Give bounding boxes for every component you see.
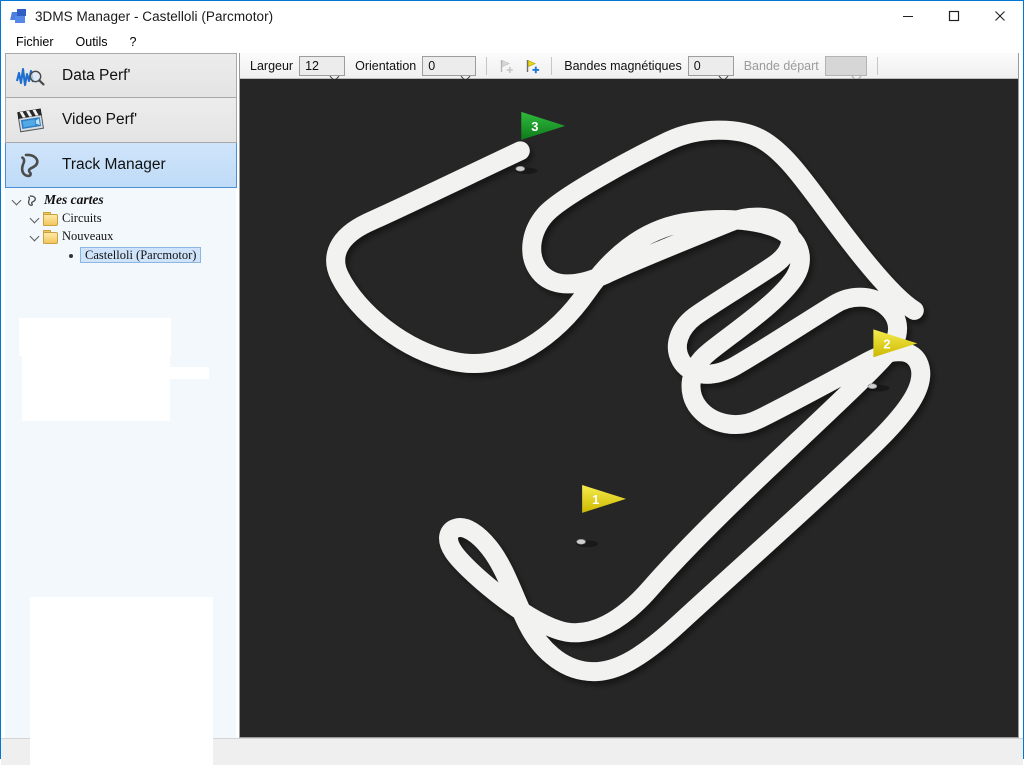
tree-item-circuits[interactable]: Circuits <box>5 209 237 227</box>
render-artifact-patch <box>22 369 170 421</box>
tree-item-label: Mes cartes <box>44 192 104 207</box>
flag-base <box>576 539 586 545</box>
menu-item-outils[interactable]: Outils <box>71 33 119 51</box>
toolbar: Largeur 12 Orientation 0 Bandes magnétiq… <box>240 53 1018 79</box>
menu-item-help[interactable]: ? <box>124 33 147 51</box>
app-logo-icon <box>10 7 28 25</box>
tree-item-mes-cartes[interactable]: Mes cartes <box>5 191 237 209</box>
sidebar-nav: Data Perf' Video Perf' Track Manager <box>5 53 237 188</box>
track-map-canvas[interactable]: 3 2 1 <box>240 79 1018 738</box>
orientation-select[interactable]: 0 <box>422 55 477 76</box>
app-window: 3DMS Manager - Castelloli (Parcmotor) Fi… <box>0 0 1024 780</box>
tree-view: Mes cartes Circuits Nouveaux Castelloli … <box>5 191 237 265</box>
bullet-icon <box>65 249 78 262</box>
sidebar-item-label: Track Manager <box>62 156 166 173</box>
toolbar-separator <box>486 56 488 75</box>
menubar: Fichier Outils ? <box>1 31 1023 53</box>
flag-number: 1 <box>592 492 599 507</box>
window-title: 3DMS Manager - Castelloli (Parcmotor) <box>35 8 274 24</box>
largeur-value: 12 <box>305 58 319 73</box>
orientation-value: 0 <box>428 58 436 73</box>
tree-item-castelloli[interactable]: Castelloli (Parcmotor) <box>5 245 237 265</box>
folder-icon <box>43 229 58 244</box>
flag-base <box>867 383 878 389</box>
track-loop-icon <box>14 150 48 180</box>
clapperboard-icon <box>14 105 48 135</box>
bande-depart-select <box>824 55 867 76</box>
tree-item-nouveaux[interactable]: Nouveaux <box>5 227 237 245</box>
close-icon[interactable] <box>977 1 1023 31</box>
folder-icon <box>43 211 58 226</box>
orientation-label: Orientation <box>355 58 417 73</box>
bandes-magnetiques-value: 0 <box>693 58 701 73</box>
chevron-down-icon[interactable] <box>9 192 25 208</box>
titlebar: 3DMS Manager - Castelloli (Parcmotor) <box>1 1 1023 31</box>
chevron-down-icon[interactable] <box>27 228 43 244</box>
tree-item-label: Castelloli (Parcmotor) <box>80 247 202 263</box>
flag-add-icon[interactable] <box>519 55 545 77</box>
tree-item-label: Circuits <box>62 210 102 225</box>
sidebar-item-data-perf[interactable]: Data Perf' <box>5 53 237 98</box>
flag-add-disabled-icon <box>493 55 519 77</box>
bandes-magnetiques-label: Bandes magnétiques <box>564 58 682 73</box>
bande-depart-label: Bande départ <box>743 58 819 73</box>
flag-base <box>515 166 526 172</box>
sidebar-item-label: Data Perf' <box>62 66 131 84</box>
maximize-icon[interactable] <box>931 1 977 31</box>
largeur-label: Largeur <box>250 58 294 73</box>
largeur-select[interactable]: 12 <box>299 55 346 76</box>
chevron-down-icon[interactable] <box>27 210 43 226</box>
sidebar: Data Perf' Video Perf' Track Manager Mes… <box>5 53 237 780</box>
track-loop-icon <box>25 193 40 208</box>
flag-number: 3 <box>531 119 538 134</box>
sidebar-item-label: Video Perf' <box>62 111 138 128</box>
body-area: Data Perf' Video Perf' Track Manager Mes… <box>1 53 1023 780</box>
right-pane: Largeur 12 Orientation 0 Bandes magnétiq… <box>239 53 1019 739</box>
flag-number: 2 <box>883 336 890 351</box>
sidebar-item-video-perf[interactable]: Video Perf' <box>5 98 237 143</box>
toolbar-separator <box>551 56 553 75</box>
window-controls <box>885 1 1023 31</box>
sidebar-item-track-manager[interactable]: Track Manager <box>5 143 237 188</box>
menu-item-fichier[interactable]: Fichier <box>11 33 65 51</box>
track-map-svg: 3 2 1 <box>240 79 1018 738</box>
waveform-search-icon <box>14 61 48 91</box>
minimize-icon[interactable] <box>885 1 931 31</box>
toolbar-separator <box>876 56 878 75</box>
tree-item-label: Nouveaux <box>62 228 114 243</box>
render-artifact-patch <box>30 597 213 780</box>
bandes-magnetiques-select[interactable]: 0 <box>687 55 734 76</box>
